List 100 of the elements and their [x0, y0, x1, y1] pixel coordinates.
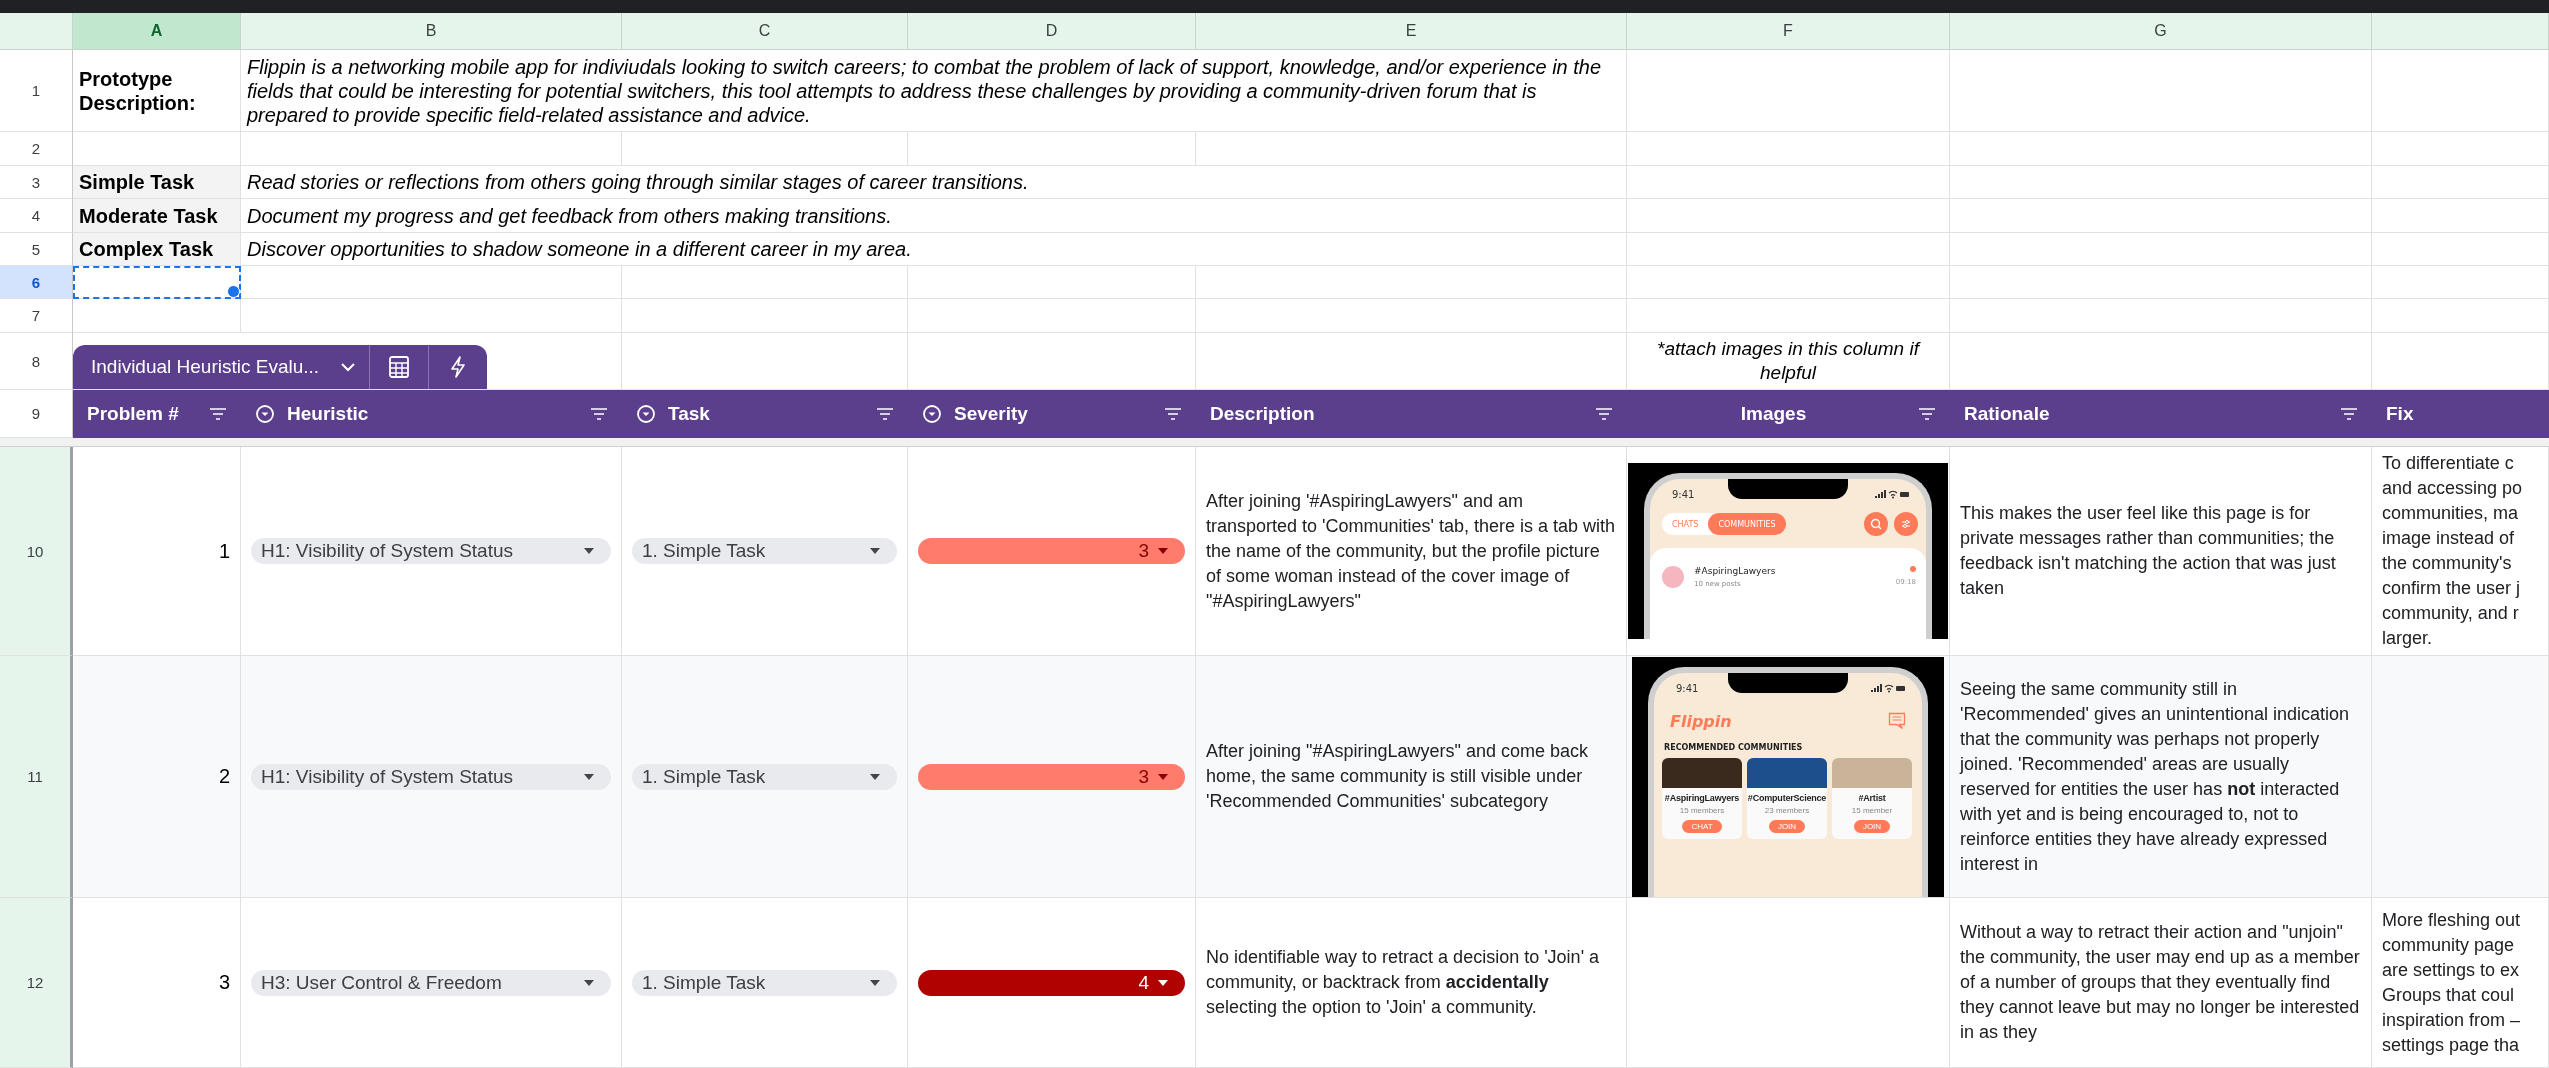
row-number[interactable]: 9 — [0, 390, 73, 438]
empty-cell[interactable] — [2372, 166, 2549, 199]
empty-cell[interactable] — [241, 299, 622, 333]
column-header-cell[interactable] — [2372, 13, 2549, 50]
row-number[interactable]: 11 — [0, 656, 73, 898]
empty-cell[interactable] — [1950, 166, 2372, 199]
row-number[interactable]: 12 — [0, 898, 73, 1068]
column-header[interactable]: Rationale — [1964, 403, 2050, 425]
empty-cell[interactable] — [2372, 266, 2549, 299]
message-icon[interactable] — [1888, 712, 1906, 730]
row-number[interactable]: 5 — [0, 233, 73, 266]
empty-cell[interactable] — [1627, 266, 1950, 299]
severity-dropdown[interactable]: 3 — [918, 763, 1185, 790]
column-letter[interactable]: C — [622, 13, 908, 50]
empty-cell[interactable] — [1950, 132, 2372, 166]
task-label: Moderate Task — [79, 203, 218, 228]
column-letter[interactable]: G — [1950, 13, 2372, 50]
description-text: No identifiable way to retract a decision to 'Join' a community, or backtrack from accidentally selecting the option to 'Join' a community. — [1206, 946, 1601, 1019]
column-header[interactable]: Heuristic — [287, 403, 369, 425]
problem-number: 1 — [218, 539, 230, 563]
empty-cell[interactable] — [622, 266, 908, 299]
empty-cell[interactable] — [2372, 199, 2549, 233]
column-letter[interactable]: F — [1627, 13, 1950, 50]
column-header[interactable]: Images — [1641, 403, 1906, 425]
filter-icon[interactable] — [209, 408, 227, 420]
search-button[interactable] — [1864, 512, 1888, 536]
empty-cell[interactable] — [908, 299, 1196, 333]
status-icons — [1874, 490, 1910, 499]
empty-cell[interactable] — [1627, 166, 1950, 199]
column-letter[interactable]: B — [241, 13, 622, 50]
column-header[interactable]: Problem # — [87, 403, 179, 425]
filter-icon[interactable] — [590, 408, 608, 420]
column-header[interactable]: Task — [668, 403, 710, 425]
empty-cell[interactable] — [1627, 50, 1950, 132]
filter-icon[interactable] — [1164, 408, 1182, 420]
column-letter[interactable]: E — [1196, 13, 1627, 50]
row-number[interactable]: 3 — [0, 166, 73, 199]
fill-handle[interactable] — [227, 285, 240, 298]
fix-text: To differentiate c and accessing po communities, ma image instead of the community's confirm the user j community, and r larger. — [2382, 452, 2523, 650]
heuristic-dropdown[interactable]: H3: User Control & Freedom — [251, 969, 611, 996]
task-dropdown[interactable]: 1. Simple Task — [632, 538, 897, 564]
calculator-icon[interactable] — [389, 356, 410, 378]
community-card[interactable]: #AspiringLawyers 15 members CHAT — [1662, 757, 1742, 839]
heuristic-dropdown[interactable]: H1: Visibility of System Status — [251, 538, 611, 564]
row-label: Prototype Description: — [79, 66, 197, 115]
empty-cell[interactable] — [241, 266, 622, 299]
column-header[interactable]: Description — [1210, 403, 1315, 425]
column-letter[interactable]: A — [73, 13, 241, 50]
empty-cell[interactable] — [1627, 233, 1950, 266]
heuristic-dropdown[interactable]: H1: Visibility of System Status — [251, 763, 611, 790]
empty-cell[interactable] — [1950, 299, 2372, 333]
row-number[interactable]: 8 — [0, 333, 73, 390]
empty-cell[interactable] — [2372, 233, 2549, 266]
empty-cell[interactable] — [1196, 132, 1627, 166]
empty-cell[interactable] — [1627, 199, 1950, 233]
severity-dropdown[interactable]: 4 — [918, 969, 1185, 996]
empty-cell[interactable] — [1950, 50, 2372, 132]
empty-cell[interactable] — [1950, 199, 2372, 233]
table-name-button[interactable]: Individual Heuristic Evalu... — [73, 345, 371, 389]
empty-cell[interactable] — [1950, 266, 2372, 299]
column-header[interactable]: Severity — [954, 403, 1028, 425]
selected-cell[interactable] — [73, 266, 241, 299]
row-number[interactable]: 4 — [0, 199, 73, 233]
empty-cell[interactable] — [241, 132, 622, 166]
row-number[interactable]: 2 — [0, 132, 73, 166]
empty-cell[interactable] — [908, 266, 1196, 299]
empty-cell[interactable] — [1627, 898, 1950, 1068]
filter-icon[interactable] — [876, 408, 894, 420]
empty-cell[interactable] — [2372, 656, 2549, 898]
column-letter[interactable]: D — [908, 13, 1196, 50]
caret-icon — [869, 772, 881, 781]
empty-cell[interactable] — [908, 132, 1196, 166]
community-card[interactable]: #ComputerScience 23 members JOIN — [1747, 757, 1827, 839]
task-dropdown[interactable]: 1. Simple Task — [632, 763, 897, 790]
empty-cell[interactable] — [622, 132, 908, 166]
empty-cell[interactable] — [1627, 132, 1950, 166]
empty-cell[interactable] — [1950, 233, 2372, 266]
empty-cell[interactable] — [1196, 299, 1627, 333]
community-card[interactable]: #Artist 15 member JOIN — [1832, 757, 1912, 839]
column-header[interactable]: Fix — [2386, 403, 2414, 425]
filter-button[interactable] — [1894, 512, 1918, 536]
empty-cell[interactable] — [1627, 299, 1950, 333]
row-number[interactable]: 1 — [0, 50, 73, 132]
empty-cell[interactable] — [1196, 266, 1627, 299]
empty-cell[interactable] — [622, 299, 908, 333]
empty-cell[interactable] — [2372, 299, 2549, 333]
lightning-icon[interactable] — [450, 356, 467, 378]
row-number[interactable]: 10 — [0, 447, 73, 656]
row-number[interactable]: 7 — [0, 299, 73, 333]
filter-icon[interactable] — [2340, 408, 2358, 420]
severity-dropdown[interactable]: 3 — [918, 538, 1185, 564]
row-number[interactable]: 6 — [0, 266, 73, 299]
dropdown-icon — [255, 404, 275, 424]
filter-icon[interactable] — [1595, 408, 1613, 420]
empty-cell[interactable] — [2372, 50, 2549, 132]
status-icons — [1870, 683, 1906, 693]
filter-icon[interactable] — [1918, 408, 1936, 420]
table-tab[interactable]: Individual Heuristic Evalu... — [73, 345, 488, 389]
empty-cell[interactable] — [2372, 132, 2549, 166]
task-dropdown[interactable]: 1. Simple Task — [632, 969, 897, 996]
